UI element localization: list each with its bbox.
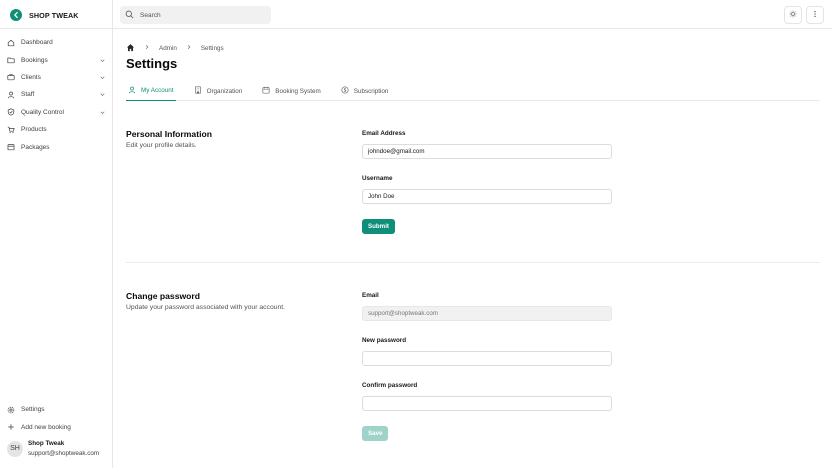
sidebar-item-settings[interactable]: Settings: [0, 401, 113, 418]
gear-icon: [7, 406, 15, 414]
sidebar-item-clients[interactable]: Clients: [0, 69, 113, 86]
package-icon: [7, 143, 15, 151]
sidebar-nav: Dashboard Bookings Clients Staff Quality…: [0, 34, 113, 156]
user-icon: [128, 86, 136, 96]
user-email: support@shoptweak.com: [28, 450, 100, 457]
brand-name: SHOP TWEAK: [29, 10, 79, 20]
add-new-booking-button[interactable]: Add new booking: [0, 418, 113, 435]
submit-button[interactable]: Submit: [362, 219, 395, 234]
sidebar-item-label: Add new booking: [21, 423, 71, 431]
brand-logo-icon: [10, 9, 22, 21]
personal-info-title: Personal Information: [126, 129, 212, 139]
sidebar-item-products[interactable]: Products: [0, 121, 113, 138]
theme-toggle-button[interactable]: [784, 6, 802, 24]
tab-label: Subscription: [353, 87, 389, 95]
cart-icon: [7, 126, 15, 134]
new-password-label: New password: [362, 337, 407, 344]
calendar-icon: [262, 86, 270, 96]
sidebar-item-quality-control[interactable]: Quality Control: [0, 104, 113, 121]
sidebar-item-label: Staff: [21, 91, 35, 99]
user-name: Shop Tweak: [28, 440, 65, 447]
sidebar-item-dashboard[interactable]: Dashboard: [0, 34, 113, 51]
email-field: [362, 306, 612, 321]
plus-icon: [7, 423, 15, 431]
user-icon: [7, 91, 15, 99]
divider: [0, 28, 113, 29]
sidebar-item-label: Dashboard: [21, 39, 53, 47]
sidebar-item-label: Quality Control: [21, 108, 64, 116]
change-password-description: Update your password associated with you…: [126, 304, 286, 311]
more-options-button[interactable]: [806, 6, 824, 24]
sidebar-item-label: Clients: [21, 73, 41, 81]
sidebar: SHOP TWEAK Dashboard Bookings Clients St…: [0, 0, 113, 468]
chevron-right-icon: [144, 44, 150, 52]
chevron-down-icon[interactable]: [98, 73, 106, 81]
chevron-down-icon[interactable]: [98, 108, 106, 116]
confirm-password-field[interactable]: [362, 396, 612, 411]
email-address-label: Email Address: [362, 130, 406, 137]
search-input[interactable]: [140, 11, 260, 19]
tab-label: My Account: [141, 87, 174, 94]
email-address-field[interactable]: [362, 144, 612, 159]
user-info: Shop Tweak support@shoptweak.com: [28, 440, 99, 457]
sun-icon: [789, 10, 797, 20]
sidebar-item-staff[interactable]: Staff: [0, 86, 113, 103]
dollar-icon: [341, 86, 349, 96]
tab-label: Organization: [206, 87, 243, 95]
chevron-down-icon[interactable]: [98, 56, 106, 64]
sidebar-item-label: Products: [21, 126, 47, 134]
tab-organization[interactable]: Organization: [192, 81, 245, 101]
home-icon: [7, 39, 15, 47]
section-divider: [126, 262, 820, 263]
chevron-right-icon: [186, 44, 192, 52]
confirm-password-label: Confirm password: [362, 382, 418, 389]
brand[interactable]: SHOP TWEAK: [10, 8, 79, 22]
search-icon: [125, 10, 134, 21]
username-field[interactable]: [362, 189, 612, 204]
username-label: Username: [362, 175, 393, 182]
briefcase-icon: [7, 73, 15, 81]
breadcrumb: Admin Settings: [126, 43, 224, 53]
avatar: SH: [7, 440, 23, 457]
home-icon[interactable]: [126, 43, 135, 54]
new-password-field[interactable]: [362, 351, 612, 366]
sidebar-item-packages[interactable]: Packages: [0, 138, 113, 155]
chevron-down-icon[interactable]: [98, 91, 106, 99]
personal-info-description: Edit your profile details.: [126, 142, 197, 149]
topbar: [113, 0, 832, 29]
tab-my-account[interactable]: My Account: [126, 81, 176, 101]
tab-label: Booking System: [275, 87, 321, 95]
sidebar-item-label: Bookings: [21, 56, 48, 64]
kebab-icon: [811, 10, 819, 20]
user-profile[interactable]: SH Shop Tweak support@shoptweak.com: [7, 440, 99, 457]
folder-icon: [7, 56, 15, 64]
shield-icon: [7, 108, 15, 116]
tab-booking-system[interactable]: Booking System: [260, 81, 323, 101]
building-icon: [194, 86, 202, 96]
search-box[interactable]: [120, 6, 271, 24]
breadcrumb-item-admin[interactable]: Admin: [159, 45, 177, 52]
sidebar-item-label: Settings: [21, 406, 45, 414]
email-label: Email: [362, 292, 379, 299]
sidebar-bottom: Settings Add new booking: [0, 401, 113, 436]
save-button[interactable]: Save: [362, 426, 389, 441]
tab-subscription[interactable]: Subscription: [339, 81, 391, 101]
sidebar-item-label: Packages: [21, 143, 50, 151]
tab-bar: My Account Organization Booking System S…: [126, 81, 820, 101]
sidebar-item-bookings[interactable]: Bookings: [0, 51, 113, 68]
breadcrumb-item-settings: Settings: [200, 44, 224, 52]
change-password-title: Change password: [126, 291, 201, 301]
page-title: Settings: [126, 56, 178, 71]
